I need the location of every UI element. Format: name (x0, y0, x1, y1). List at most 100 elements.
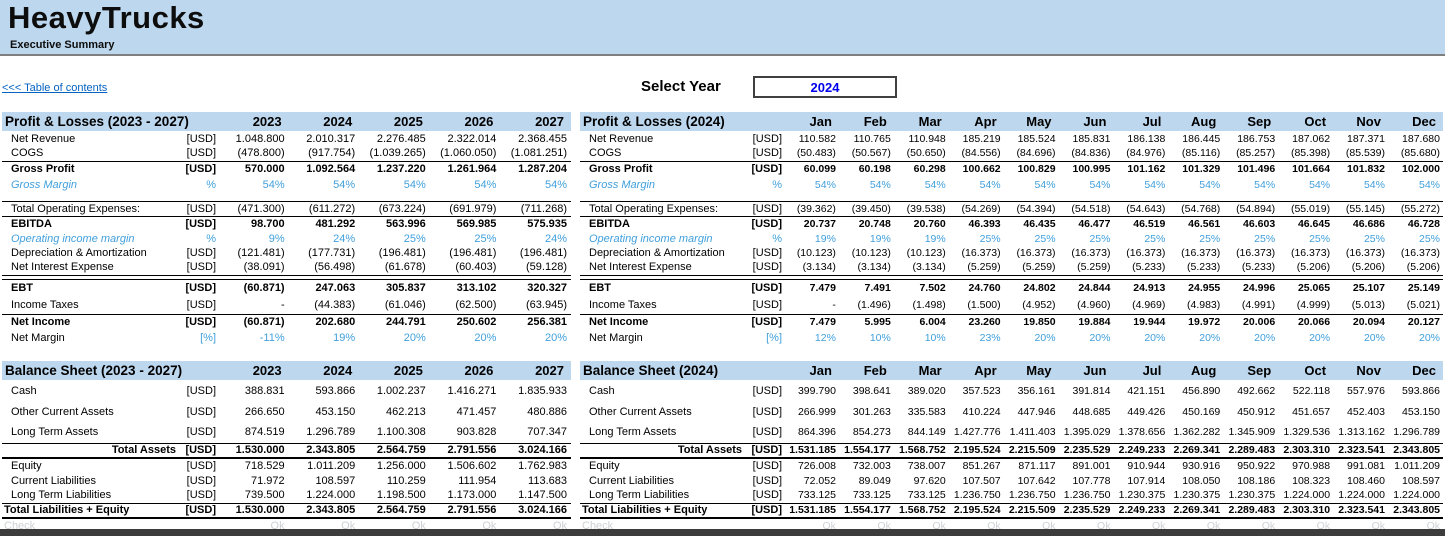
row-unit: [USD] (746, 401, 784, 422)
spacer-cell (2, 192, 571, 201)
value-cell: (44.383) (289, 297, 360, 314)
value-cell: 72.052 (784, 473, 839, 488)
value-cell: 20.127 (1388, 314, 1443, 330)
value-cell: 2.235.529 (1059, 443, 1114, 458)
value-cell: 20.737 (784, 216, 839, 232)
value-cell: (10.123) (784, 245, 839, 260)
value-cell: 733.125 (839, 488, 894, 503)
row-ebt: EBT[USD]7.4797.4917.50224.76024.80224.84… (580, 279, 1443, 297)
table-title: Balance Sheet (2023 - 2027) (2, 361, 218, 380)
value-cell: 305.837 (359, 279, 430, 297)
column-header: Apr (949, 112, 1004, 131)
value-cell: 247.063 (289, 279, 360, 297)
value-cell: 107.507 (949, 473, 1004, 488)
value-cell: 100.662 (949, 161, 1004, 177)
row-total-assets: Total Assets[USD]1.530.0002.343.8052.564… (2, 443, 571, 458)
value-cell: 871.117 (1004, 458, 1059, 473)
value-cell: 89.049 (839, 473, 894, 488)
value-cell: 20.748 (839, 216, 894, 232)
value-cell: 54% (1059, 177, 1114, 192)
value-cell: 726.008 (784, 458, 839, 473)
value-cell: 187.062 (1278, 131, 1333, 146)
value-cell: (38.091) (218, 260, 289, 275)
column-header: 2026 (430, 361, 501, 380)
value-cell: 2.289.483 (1223, 503, 1278, 518)
row-unit: [USD] (180, 201, 218, 216)
value-cell: 2.343.805 (1388, 443, 1443, 458)
value-cell: 185.219 (949, 131, 1004, 146)
row-current-liabilities: Current Liabilities[USD]72.05289.04997.6… (580, 473, 1443, 488)
value-cell: 2.303.310 (1278, 443, 1333, 458)
value-cell: (10.123) (894, 245, 949, 260)
value-cell: 1.236.750 (1004, 488, 1059, 503)
value-cell: 2.276.485 (359, 131, 430, 146)
row-gross-margin: Gross Margin%54%54%54%54%54% (2, 177, 571, 192)
value-cell: 244.791 (359, 314, 430, 330)
bs-years-table: Balance Sheet (2023 - 2027)2023202420252… (2, 361, 571, 533)
select-year-input[interactable]: 2024 (753, 76, 897, 98)
title-banner: HeavyTrucks Executive Summary (0, 0, 1445, 56)
value-cell: 854.273 (839, 422, 894, 443)
value-cell: 108.460 (1333, 473, 1388, 488)
value-cell: 410.224 (949, 401, 1004, 422)
value-cell: 19.850 (1004, 314, 1059, 330)
value-cell: 1.230.375 (1113, 488, 1168, 503)
value-cell: (4.952) (1004, 297, 1059, 314)
page-subtitle: Executive Summary (10, 39, 115, 51)
value-cell: (10.123) (839, 245, 894, 260)
row-net-income: Net Income[USD](60.871)202.680244.791250… (2, 314, 571, 330)
column-header: Oct (1278, 112, 1333, 131)
value-cell: 25% (1333, 232, 1388, 245)
column-header: 2023 (218, 112, 289, 131)
row-net-income: Net Income[USD]7.4795.9956.00423.26019.8… (580, 314, 1443, 330)
value-cell: (5.259) (949, 260, 1004, 275)
value-cell: 19.944 (1113, 314, 1168, 330)
value-cell: 186.138 (1113, 131, 1168, 146)
row-unit: [USD] (180, 146, 218, 161)
value-cell: 450.169 (1168, 401, 1223, 422)
value-cell: 733.125 (894, 488, 949, 503)
value-cell: 2.215.509 (1004, 503, 1059, 518)
value-cell: 20.094 (1333, 314, 1388, 330)
value-cell: 101.664 (1278, 161, 1333, 177)
value-cell: 108.323 (1278, 473, 1333, 488)
row-label: Total Operating Expenses: (580, 201, 746, 216)
row-unit: [%] (746, 330, 784, 345)
value-cell: 1.411.403 (1004, 422, 1059, 443)
value-cell: 25.107 (1333, 279, 1388, 297)
row-label: Depreciation & Amortization (580, 245, 746, 260)
value-cell: (4.999) (1278, 297, 1333, 314)
value-cell: (1.060.050) (430, 146, 501, 161)
value-cell: 24% (500, 232, 571, 245)
value-cell: (85.680) (1388, 146, 1443, 161)
value-cell: (1.498) (894, 297, 949, 314)
value-cell: 54% (430, 177, 501, 192)
column-header: 2025 (359, 112, 430, 131)
value-cell: 2.343.805 (289, 443, 360, 458)
column-header: Jun (1059, 112, 1114, 131)
column-header: Jan (784, 112, 839, 131)
value-cell: 2.368.455 (500, 131, 571, 146)
value-cell: (50.567) (839, 146, 894, 161)
value-cell: 1.147.500 (500, 488, 571, 503)
value-cell: 54% (1278, 177, 1333, 192)
row-unit: [USD] (180, 473, 218, 488)
value-cell: 421.151 (1113, 380, 1168, 401)
value-cell: (1.500) (949, 297, 1004, 314)
value-cell: 46.728 (1388, 216, 1443, 232)
value-cell: 54% (1333, 177, 1388, 192)
value-cell: 575.935 (500, 216, 571, 232)
column-header: Aug (1168, 112, 1223, 131)
value-cell: (56.498) (289, 260, 360, 275)
value-cell: 3.024.166 (500, 443, 571, 458)
value-cell: (5.259) (1004, 260, 1059, 275)
row-label: Cash (2, 380, 180, 401)
table-of-contents-link[interactable]: <<< Table of contents (2, 82, 107, 94)
row-total-assets: Total Assets[USD]1.531.1851.554.1771.568… (580, 443, 1443, 458)
row-label: Other Current Assets (580, 401, 746, 422)
value-cell: (5.259) (1059, 260, 1114, 275)
row-label: Gross Profit (2, 161, 180, 177)
value-cell: 186.753 (1223, 131, 1278, 146)
row-unit: [USD] (180, 443, 218, 458)
value-cell: 107.914 (1113, 473, 1168, 488)
